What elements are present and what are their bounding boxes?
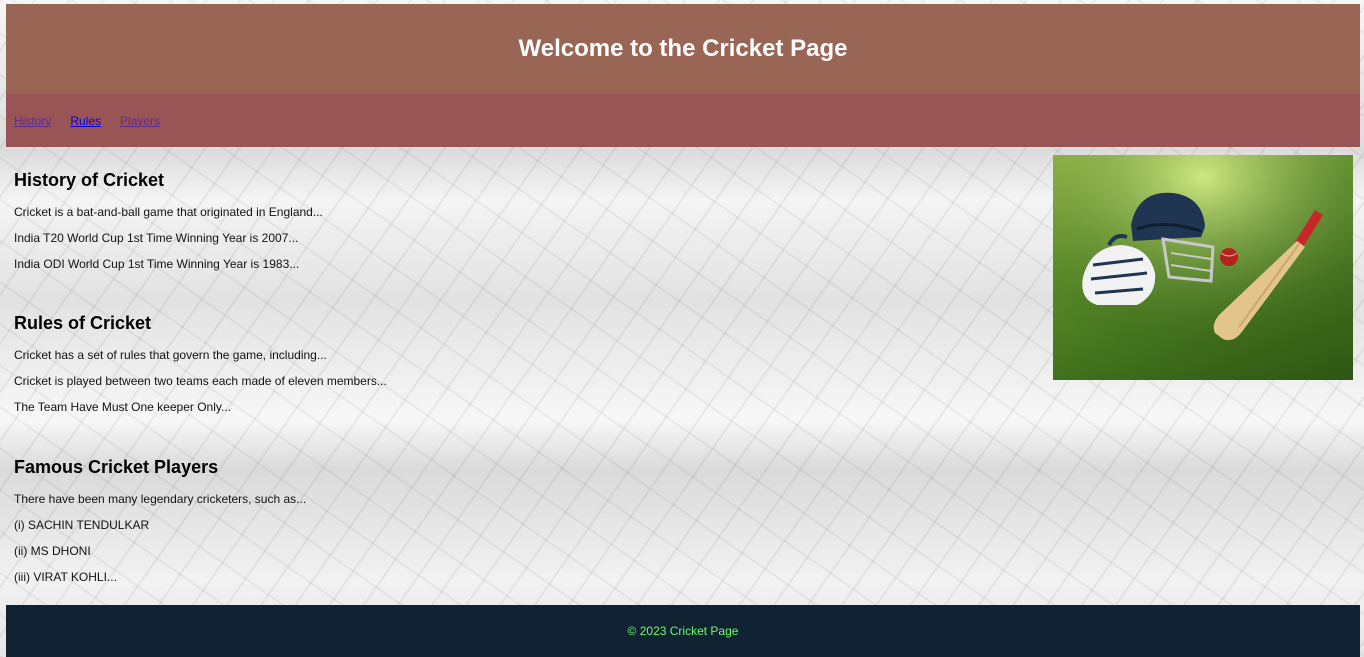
page-footer: © 2023 Cricket Page bbox=[6, 605, 1360, 657]
section-players: Famous Cricket Players There have been m… bbox=[14, 457, 306, 596]
page-header: Welcome to the Cricket Page bbox=[6, 4, 1360, 94]
players-line: (iii) VIRAT KOHLI... bbox=[14, 570, 117, 584]
history-line: India ODI World Cup 1st Time Winning Yea… bbox=[14, 257, 300, 271]
rules-line: The Team Have Must One keeper Only... bbox=[14, 400, 231, 414]
history-line: India T20 World Cup 1st Time Winning Yea… bbox=[14, 231, 299, 245]
players-line: (ii) MS DHONI bbox=[14, 544, 91, 558]
nav-link-history[interactable]: History bbox=[14, 114, 51, 128]
nav-link-players[interactable]: Players bbox=[120, 114, 160, 128]
cricket-equipment-illustration bbox=[1053, 155, 1353, 380]
rules-line: Cricket has a set of rules that govern t… bbox=[14, 348, 327, 362]
rules-line: Cricket is played between two teams each… bbox=[14, 374, 387, 388]
history-heading: History of Cricket bbox=[14, 170, 165, 190]
section-history: History of Cricket Cricket is a bat-and-… bbox=[14, 170, 323, 283]
section-rules: Rules of Cricket Cricket has a set of ru… bbox=[14, 313, 387, 426]
nav-link-rules[interactable]: Rules bbox=[70, 114, 101, 128]
rules-heading: Rules of Cricket bbox=[14, 313, 152, 333]
cricket-equipment-image bbox=[1053, 155, 1353, 380]
players-line: There have been many legendary cricketer… bbox=[14, 492, 307, 506]
history-line: Cricket is a bat-and-ball game that orig… bbox=[14, 205, 323, 219]
copyright-text: © 2023 Cricket Page bbox=[627, 624, 739, 638]
nav-bar: History Rules Players bbox=[6, 94, 1360, 147]
page-title: Welcome to the Cricket Page bbox=[518, 35, 848, 62]
players-heading: Famous Cricket Players bbox=[14, 457, 219, 477]
ball-icon bbox=[1220, 248, 1238, 266]
players-line: (i) SACHIN TENDULKAR bbox=[14, 518, 150, 532]
